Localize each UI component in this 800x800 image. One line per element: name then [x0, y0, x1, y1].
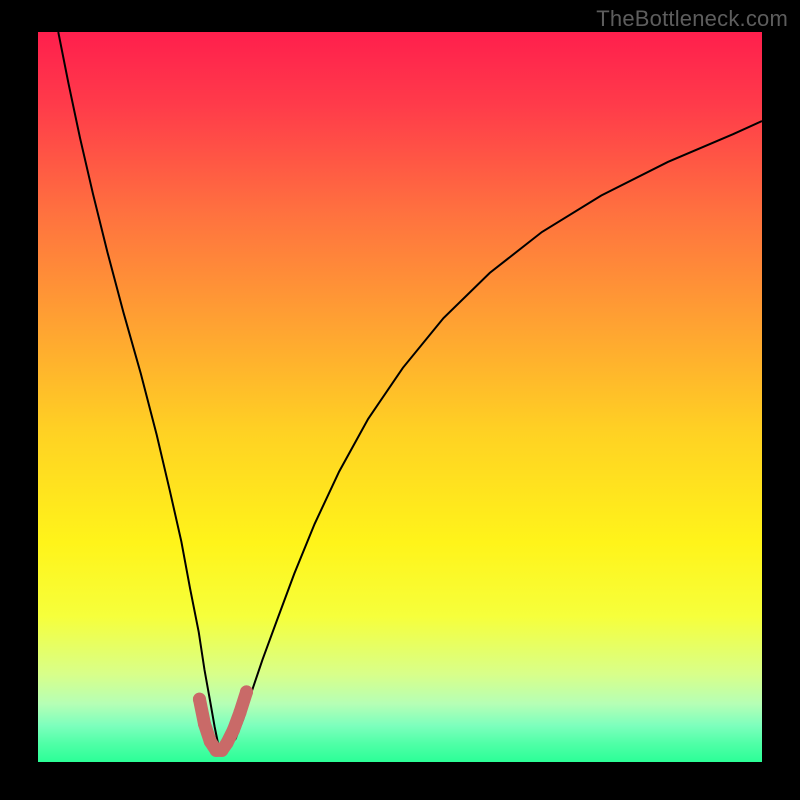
plot-area — [38, 32, 762, 762]
series-sweet-spot-marker-dot — [233, 706, 246, 719]
chart-frame: TheBottleneck.com — [0, 0, 800, 800]
watermark-text: TheBottleneck.com — [596, 6, 788, 32]
chart-curves — [38, 32, 762, 762]
series-sweet-spot-marker-dot — [198, 717, 211, 730]
series-sweet-spot-marker-dot — [193, 693, 206, 706]
series-bottleneck-curve — [58, 32, 762, 753]
series-sweet-spot-marker-dot — [240, 685, 253, 698]
series-sweet-spot-marker-dot — [220, 736, 233, 749]
series-sweet-spot-marker-dot — [227, 723, 240, 736]
